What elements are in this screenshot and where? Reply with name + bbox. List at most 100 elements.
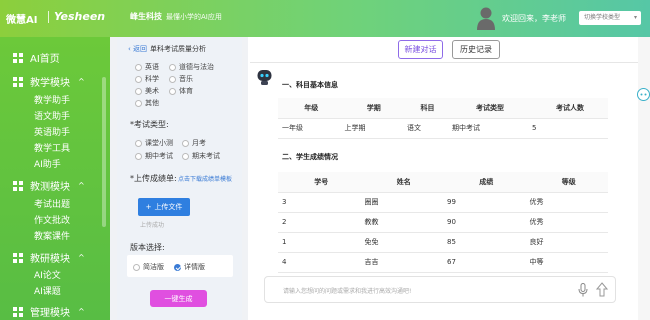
sidebar-item-exam-questions[interactable]: 考试出题 <box>34 197 70 210</box>
option-label: 简洁版 <box>143 263 164 271</box>
sidebar-item-teaching-assistant[interactable]: 教学助手 <box>34 93 70 106</box>
sidebar-module-study[interactable]: 教研模块 ^ <box>12 250 85 265</box>
sidebar-item-ai-paper[interactable]: AI论文 <box>34 268 61 281</box>
history-button[interactable]: 历史记录 <box>452 40 500 59</box>
option-label: 期末考试 <box>192 152 220 160</box>
version-option-detailed[interactable]: 详情版 <box>174 262 205 272</box>
table-row: 3 圈圈 99 优秀 <box>278 192 608 213</box>
grid-icon <box>13 306 23 317</box>
microphone-icon[interactable] <box>578 283 588 297</box>
send-icon[interactable] <box>596 282 608 297</box>
exam-type-label: *考试类型: <box>130 120 169 129</box>
upload-file-button[interactable]: + 上传文件 <box>138 198 190 216</box>
table-cell: 67 <box>443 252 526 273</box>
table-cell: 99 <box>443 192 526 213</box>
page-title: 单科考试质量分析 <box>150 45 207 53</box>
chevron-up-icon: ^ <box>78 253 85 262</box>
table-row: 2 教教 90 优秀 <box>278 212 608 233</box>
radio-icon <box>135 139 142 147</box>
table-cell: 1 <box>278 232 361 253</box>
exam-type-option[interactable]: 课堂小测 <box>135 138 173 148</box>
subject-info-table: 年级 学期 科目 考试类型 考试人数 一年级 上学期 语文 期中考试 5 <box>278 98 608 139</box>
table-cell: 教教 <box>360 212 443 233</box>
grid-icon <box>13 252 23 263</box>
welcome-text: 欢迎回来，李老师 <box>502 14 566 23</box>
table-header: 科目 <box>403 98 448 119</box>
subject-option[interactable]: 体育 <box>169 86 193 96</box>
brand-logo-text: 微慧AI <box>6 15 38 26</box>
table-row: 一年级 上学期 语文 期中考试 5 <box>278 118 608 139</box>
sidebar-item-teaching-tools[interactable]: 教学工具 <box>34 141 70 154</box>
sidebar-item-home[interactable]: AI首页 <box>12 50 60 65</box>
home-icon <box>13 52 23 63</box>
radio-icon <box>182 152 189 160</box>
subject-option[interactable]: 音乐 <box>169 74 193 84</box>
sidebar-item-ai-assistant[interactable]: AI助手 <box>34 157 61 170</box>
brand-tagline: 最懂小学的AI应用 <box>166 13 222 21</box>
table-cell: 一年级 <box>278 118 341 139</box>
radio-icon <box>133 263 140 271</box>
subject-option[interactable]: 美术 <box>135 86 159 96</box>
sidebar-item-chinese-assistant[interactable]: 语文助手 <box>34 109 70 122</box>
sidebar-item-lesson-plans[interactable]: 教案课件 <box>34 229 70 242</box>
exam-type-option[interactable]: 月考 <box>182 138 206 148</box>
table-cell: 吉吉 <box>360 252 443 273</box>
sidebar-module-label: 教研模块 <box>30 254 70 265</box>
option-label: 期中考试 <box>145 152 173 160</box>
section-heading: 二、学生成绩情况 <box>282 153 338 161</box>
message-input[interactable]: 请输入您想问的问题或需求和我进行高效沟通吧! <box>264 276 616 303</box>
table-cell: 免免 <box>360 232 443 253</box>
user-avatar-icon[interactable] <box>476 6 496 30</box>
table-cell: 90 <box>443 212 526 233</box>
radio-icon <box>182 139 189 147</box>
table-cell: 优秀 <box>525 192 608 213</box>
exam-type-option[interactable]: 期末考试 <box>182 151 220 161</box>
subject-option[interactable]: 其他 <box>135 98 159 108</box>
option-label: 体育 <box>179 87 193 95</box>
subject-option[interactable]: 英语 <box>135 62 159 72</box>
option-label: 道德与法治 <box>179 63 214 71</box>
table-cell: 圈圈 <box>360 192 443 213</box>
page-scrollbar[interactable] <box>638 37 650 320</box>
robot-avatar-icon <box>257 70 272 85</box>
back-link[interactable]: ‹ 返回 <box>128 44 147 54</box>
version-option-simple[interactable]: 简洁版 <box>133 262 164 272</box>
sidebar-item-essay-grading[interactable]: 作文批改 <box>34 213 70 226</box>
option-label: 英语 <box>145 63 159 71</box>
sidebar-item-english-assistant[interactable]: 英语助手 <box>34 125 70 138</box>
table-cell: 4 <box>278 252 361 273</box>
new-chat-button[interactable]: 新建对话 <box>398 40 443 59</box>
grid-icon <box>13 180 23 191</box>
table-cell: 中等 <box>525 252 608 273</box>
generate-button[interactable]: 一键生成 <box>150 290 207 307</box>
sidebar-module-label: 教学模块 <box>30 78 70 89</box>
option-label: 美术 <box>145 87 159 95</box>
section-heading: 一、科目基本信息 <box>282 81 338 89</box>
table-header: 成绩 <box>443 172 526 193</box>
sidebar-scrollbar[interactable] <box>102 77 106 227</box>
template-download-link[interactable]: 点击下载成绩单模板 <box>130 175 234 184</box>
table-header: 姓名 <box>360 172 443 193</box>
sidebar-module-research[interactable]: 教测模块 ^ <box>12 178 85 193</box>
school-type-label: 切换学校类型 <box>584 14 621 21</box>
table-cell: 2 <box>278 212 361 233</box>
table-row: 1 免免 85 良好 <box>278 232 608 253</box>
table-header: 等级 <box>525 172 608 193</box>
sidebar-item-ai-topic[interactable]: AI课题 <box>34 284 61 297</box>
upload-button-label: 上传文件 <box>154 203 183 211</box>
exam-type-option[interactable]: 期中考试 <box>135 151 173 161</box>
grid-icon <box>13 76 23 87</box>
radio-icon <box>169 87 176 95</box>
chevron-up-icon: ^ <box>78 307 85 316</box>
subject-option[interactable]: 道德与法治 <box>169 62 214 72</box>
school-type-select[interactable]: 切换学校类型 ▾ <box>579 11 641 25</box>
table-cell: 良好 <box>525 232 608 253</box>
sidebar-module-teaching[interactable]: 教学模块 ^ <box>12 74 85 89</box>
option-label: 其他 <box>145 99 159 107</box>
chat-assistant-icon[interactable] <box>637 88 650 101</box>
student-scores-table: 学号 姓名 成绩 等级 3 圈圈 99 优秀 2 教教 90 优秀 1 免免 8… <box>278 172 608 273</box>
sidebar-module-manage[interactable]: 管理模块 ^ <box>12 304 85 319</box>
table-header-row: 年级 学期 科目 考试类型 考试人数 <box>278 98 608 119</box>
subject-option[interactable]: 科学 <box>135 74 159 84</box>
radio-icon <box>135 87 142 95</box>
